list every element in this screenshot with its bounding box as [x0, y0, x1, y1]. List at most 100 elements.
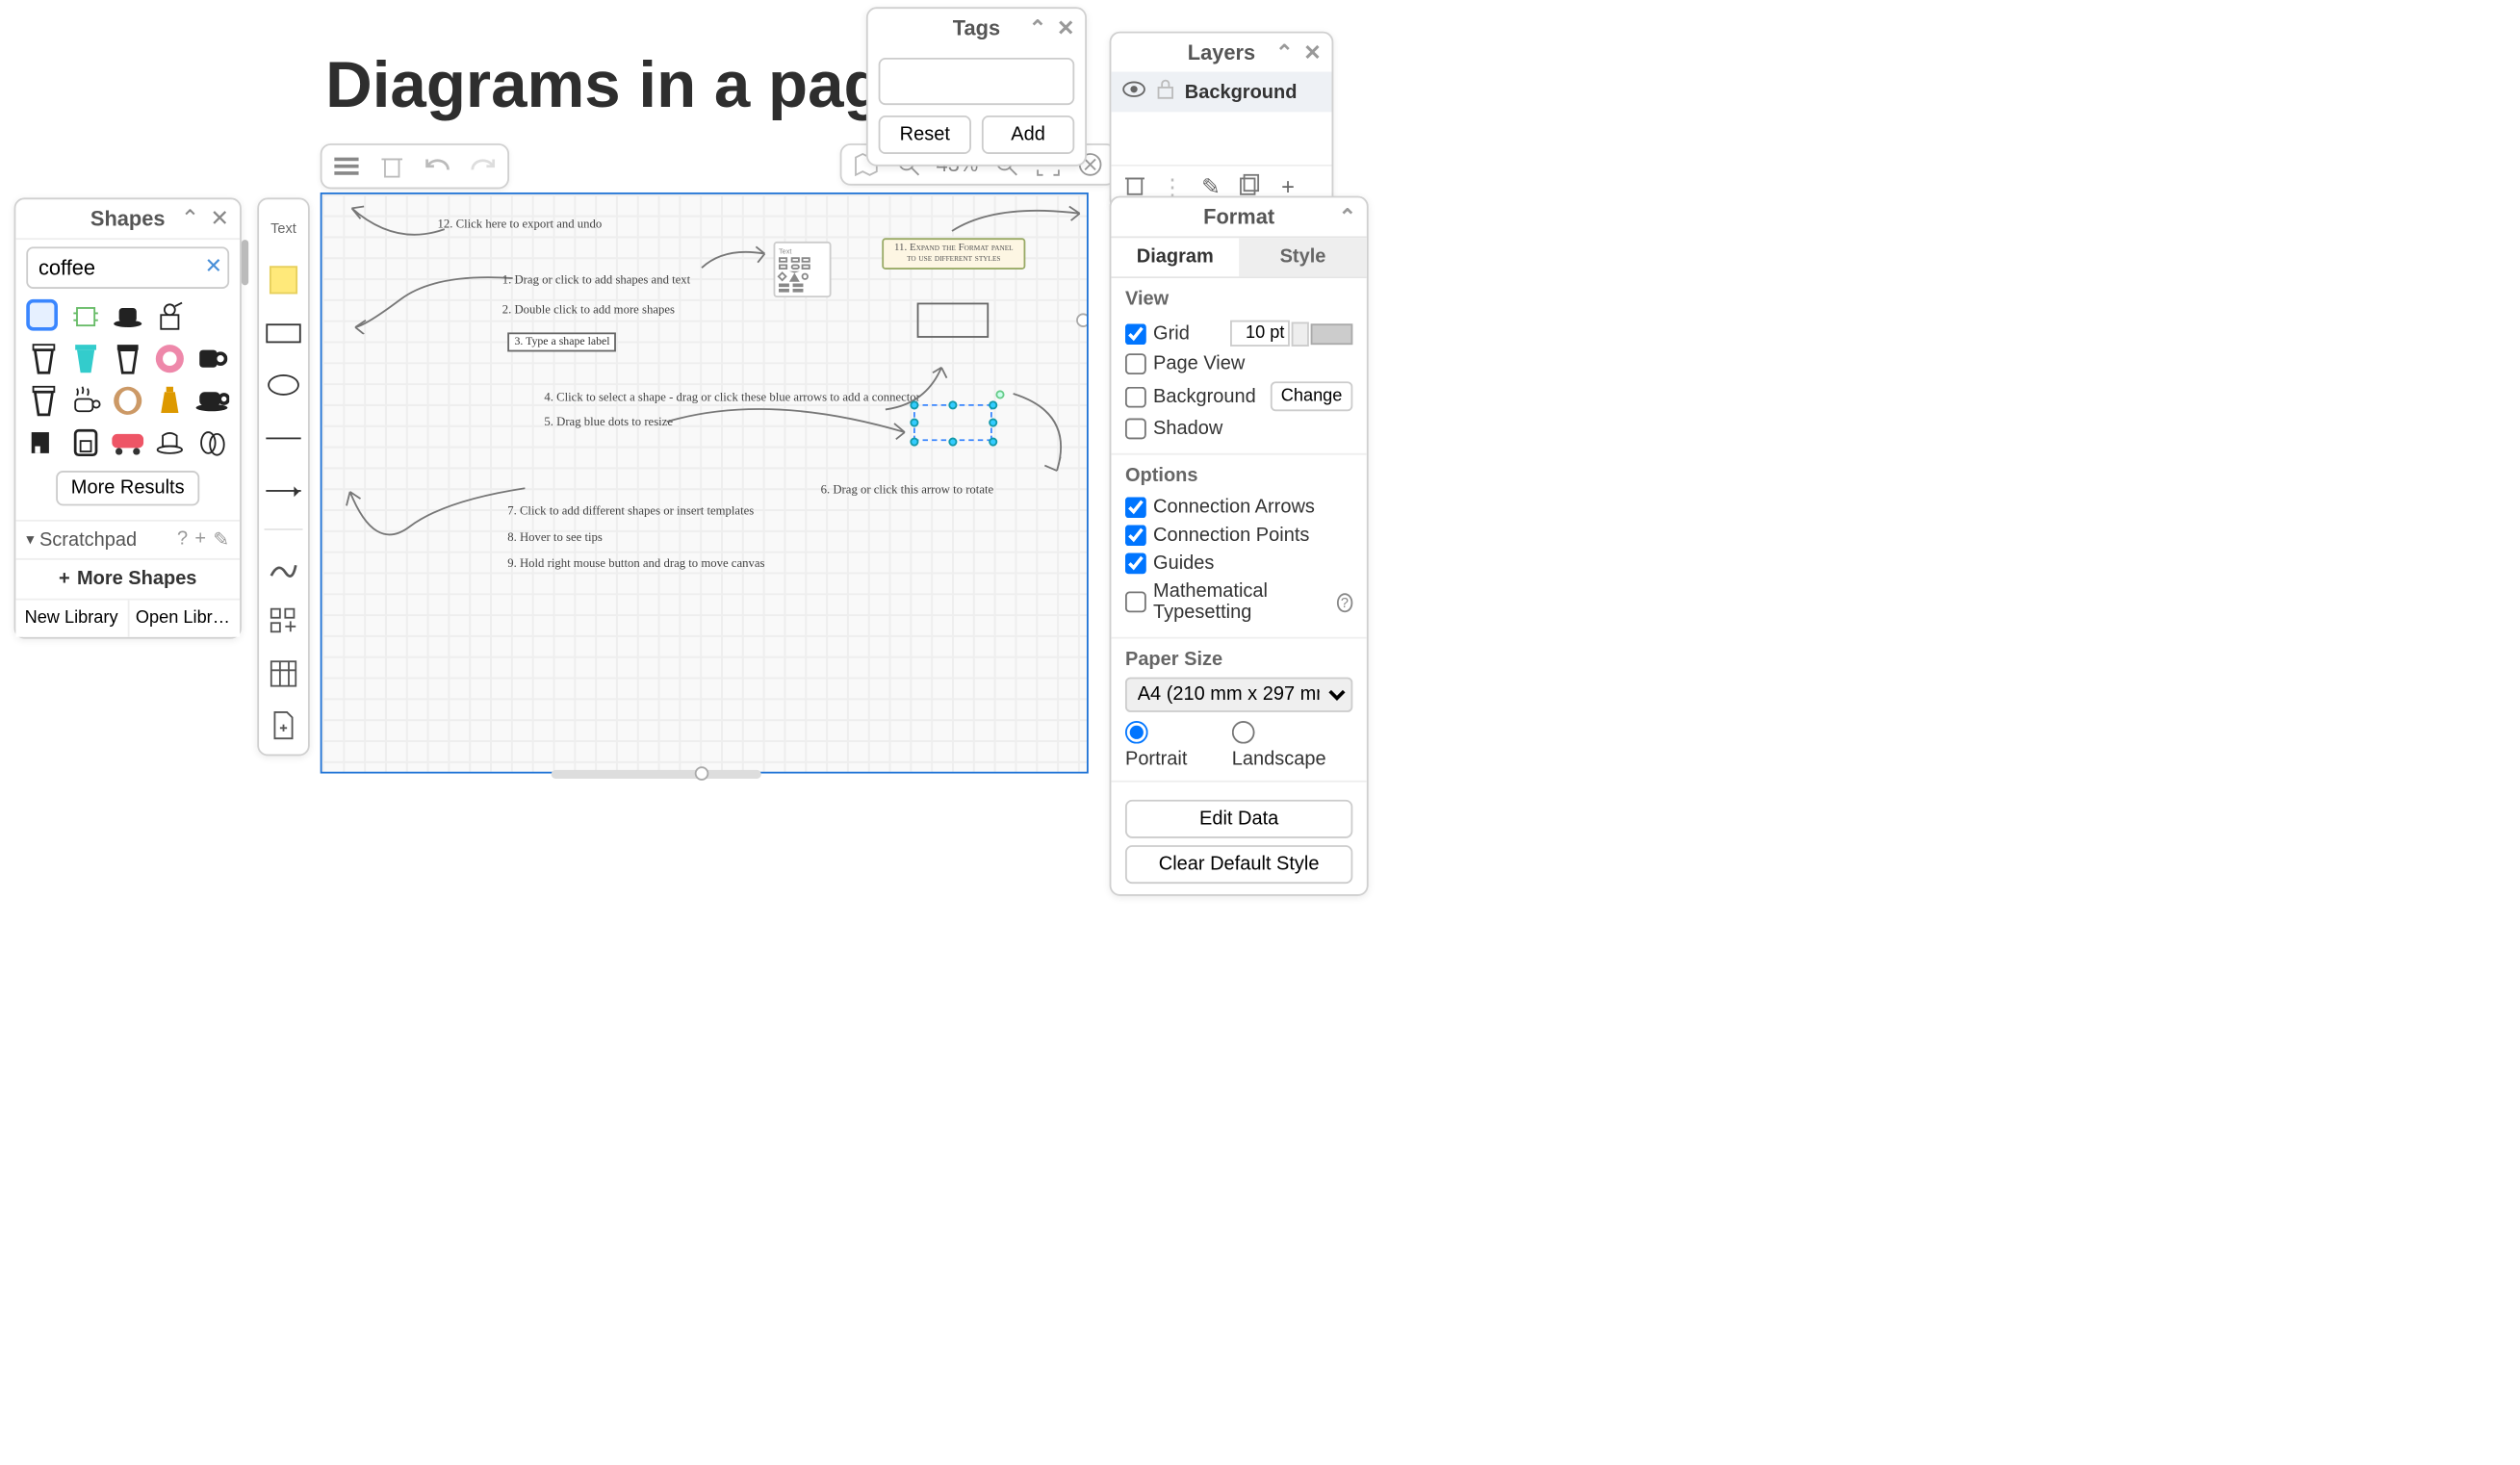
tags-title: Tags	[953, 15, 1000, 39]
shape-chip-icon[interactable]	[68, 299, 103, 334]
tip-5: 5. Drag blue dots to resize	[544, 415, 673, 429]
shape-watch-icon[interactable]	[26, 299, 58, 331]
shape-latte-icon[interactable]	[111, 383, 145, 418]
tip-9: 9. Hold right mouse button and drag to m…	[507, 556, 764, 571]
hscroll-knob[interactable]	[695, 766, 709, 781]
new-library-button[interactable]: New Library	[15, 601, 128, 637]
shape-beans-icon[interactable]	[194, 425, 229, 460]
page-view-checkbox[interactable]	[1125, 353, 1146, 374]
table-tool[interactable]	[266, 656, 300, 691]
grid-size-input[interactable]	[1230, 321, 1290, 347]
shape-mug1-icon[interactable]	[194, 342, 229, 376]
grid-checkbox[interactable]	[1125, 322, 1146, 344]
shape-steamcup-icon[interactable]	[68, 383, 103, 418]
layer-row-background[interactable]: Background	[1111, 72, 1331, 113]
background-checkbox[interactable]	[1125, 386, 1146, 407]
chevron-up-icon[interactable]: ⌃	[1029, 15, 1046, 39]
help-icon[interactable]: ?	[1336, 592, 1352, 611]
open-library-button[interactable]: Open Library ...	[129, 601, 240, 637]
more-shapes-button[interactable]: + More Shapes	[15, 558, 240, 599]
rectangle-tool[interactable]	[266, 315, 300, 349]
shadow-checkbox[interactable]	[1125, 419, 1146, 440]
tip-12: 12. Click here to export and undo	[438, 217, 603, 231]
line-tool[interactable]	[266, 420, 300, 454]
tags-input[interactable]	[879, 58, 1075, 105]
shape-widemug-icon[interactable]	[194, 383, 229, 418]
shape-cup-saucer-icon[interactable]	[111, 299, 145, 334]
chevron-up-icon[interactable]: ⌃	[1339, 205, 1356, 229]
redo-icon[interactable]	[469, 152, 497, 180]
tags-panel: Tags ⌃ ✕ Reset Add	[866, 7, 1087, 166]
visibility-icon[interactable]	[1121, 81, 1145, 104]
mini-shapes-panel: Text	[774, 242, 832, 297]
shapes-panel: Shapes ⌃ ✕ ✕	[14, 197, 242, 638]
close-icon[interactable]: ✕	[1303, 40, 1321, 64]
shape-togo3-icon[interactable]	[111, 342, 145, 376]
canvas[interactable]: 12. Click here to export and undo 1. Dra…	[321, 193, 1089, 774]
grid-stepper[interactable]	[1292, 321, 1309, 346]
tip-2: 2. Double click to add more shapes	[502, 303, 675, 318]
trash-icon[interactable]	[378, 152, 406, 180]
help-icon[interactable]: ?	[177, 528, 188, 552]
scrollbar-thumb[interactable]	[242, 240, 248, 285]
freehand-tool[interactable]	[266, 552, 300, 586]
canvas-top-left-toolbar	[321, 143, 509, 189]
shape-van-icon[interactable]	[111, 425, 145, 460]
guides-checkbox[interactable]	[1125, 553, 1146, 574]
conn-arrows-checkbox[interactable]	[1125, 497, 1146, 518]
edit-icon[interactable]: ✎	[213, 528, 229, 552]
shape-machine-icon[interactable]	[26, 425, 61, 460]
shape-maker-icon[interactable]	[68, 425, 103, 460]
chevron-up-icon[interactable]: ⌃	[1275, 40, 1293, 64]
chevron-up-icon[interactable]: ⌃	[181, 205, 200, 233]
change-background-button[interactable]: Change	[1271, 381, 1353, 411]
shape-espresso-icon[interactable]	[152, 425, 187, 460]
portrait-radio[interactable]	[1125, 721, 1148, 744]
tip-7: 7. Click to add different shapes or inse…	[507, 504, 754, 519]
sticky-note-tool[interactable]	[266, 263, 300, 297]
shape-grinder-icon[interactable]	[152, 299, 187, 334]
new-page-tool[interactable]	[266, 708, 300, 743]
arrow-tool[interactable]	[266, 473, 300, 507]
undo-icon[interactable]	[424, 152, 451, 180]
shape-results-grid	[26, 299, 229, 460]
ellipse-tool[interactable]	[266, 368, 300, 402]
clear-search-icon[interactable]: ✕	[205, 254, 222, 278]
add-shapes-tool[interactable]	[266, 604, 300, 638]
conn-points-checkbox[interactable]	[1125, 525, 1146, 546]
menu-icon[interactable]	[332, 152, 360, 180]
shape-pot-icon[interactable]	[152, 383, 187, 418]
landscape-radio[interactable]	[1232, 721, 1255, 744]
close-icon[interactable]: ✕	[210, 205, 229, 233]
shapes-panel-title: Shapes	[90, 207, 166, 231]
tab-style[interactable]: Style	[1239, 238, 1367, 276]
math-checkbox[interactable]	[1125, 591, 1146, 612]
format-panel: Format ⌃ Diagram Style View Grid Page Vi…	[1110, 196, 1369, 896]
lock-icon[interactable]	[1157, 79, 1174, 105]
tab-diagram[interactable]: Diagram	[1111, 238, 1239, 276]
shape-togo2-icon[interactable]	[68, 342, 103, 376]
ghost-rectangle[interactable]	[917, 303, 990, 338]
shape-togo4-icon[interactable]	[26, 383, 61, 418]
plus-icon: +	[59, 569, 70, 590]
tip-11-box: 11. Expand the Format panel to use diffe…	[882, 238, 1025, 270]
tip-6: 6. Drag or click this arrow to rotate	[821, 483, 994, 498]
vscroll-knob[interactable]	[1076, 313, 1089, 327]
edit-data-button[interactable]: Edit Data	[1125, 800, 1352, 838]
chevron-down-icon[interactable]: ▾	[26, 530, 34, 550]
hscroll-track[interactable]	[552, 770, 761, 779]
close-icon[interactable]: ✕	[1057, 15, 1074, 39]
shape-badge-icon[interactable]	[152, 342, 187, 376]
more-results-button[interactable]: More Results	[55, 471, 200, 505]
tags-reset-button[interactable]: Reset	[879, 116, 971, 154]
text-tool[interactable]: Text	[266, 210, 300, 244]
shape-togo1-icon[interactable]	[26, 342, 61, 376]
paper-size-select[interactable]: A4 (210 mm x 297 mm)	[1125, 678, 1352, 712]
tip-8: 8. Hover to see tips	[507, 530, 603, 545]
add-icon[interactable]: +	[194, 528, 206, 552]
grid-color-swatch[interactable]	[1311, 322, 1353, 344]
tags-add-button[interactable]: Add	[982, 116, 1074, 154]
page-title: Diagrams in a page	[325, 49, 919, 122]
shapes-search-input[interactable]	[26, 246, 229, 289]
clear-style-button[interactable]: Clear Default Style	[1125, 845, 1352, 884]
